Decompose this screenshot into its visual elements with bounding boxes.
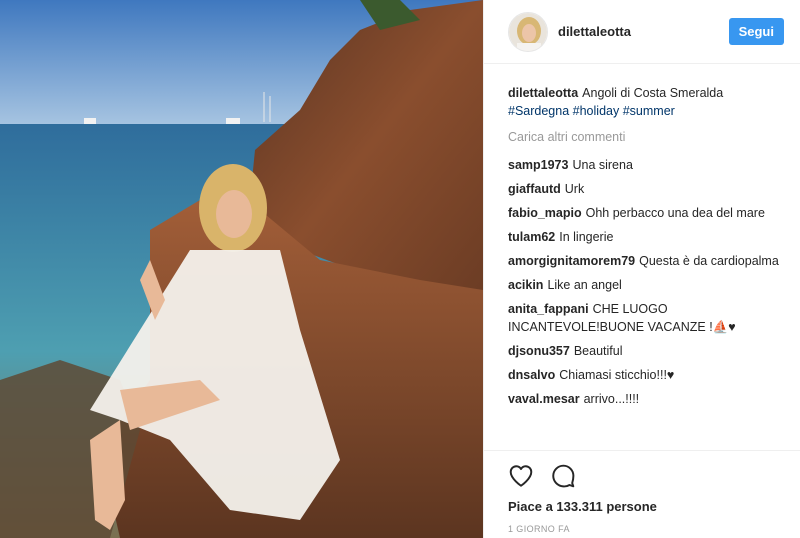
- comment-username[interactable]: vaval.mesar: [508, 392, 580, 406]
- comment-text: Chiamasi sticchio!!!♥: [559, 368, 675, 382]
- comment-username[interactable]: djsonu357: [508, 344, 570, 358]
- hashtag-link[interactable]: #holiday: [573, 104, 620, 118]
- comment-text: Una sirena: [572, 158, 633, 172]
- comment-username[interactable]: acikin: [508, 278, 543, 292]
- comment-text: In lingerie: [559, 230, 614, 244]
- load-more-comments-link[interactable]: Carica altri commenti: [508, 128, 782, 146]
- likes-count[interactable]: Piace a 133.311 persone: [508, 499, 776, 514]
- instagram-post: dilettaleotta Segui dilettaleotta Angoli …: [0, 0, 800, 538]
- comment-username[interactable]: tulam62: [508, 230, 555, 244]
- post-timestamp[interactable]: 1 GIORNO FA: [508, 524, 776, 534]
- action-bar: [508, 455, 776, 497]
- avatar[interactable]: [508, 11, 548, 52]
- comment-item: dnsalvo Chiamasi sticchio!!!♥: [508, 366, 782, 384]
- comment-text: Beautiful: [573, 344, 623, 358]
- hashtag-link[interactable]: #summer: [623, 104, 675, 118]
- comment-item: tulam62 In lingerie: [508, 228, 782, 246]
- post-sidebar: dilettaleotta Segui dilettaleotta Angoli …: [483, 0, 800, 538]
- post-photo[interactable]: [0, 0, 483, 538]
- post-header: dilettaleotta Segui: [484, 0, 800, 64]
- follow-button[interactable]: Segui: [728, 18, 784, 45]
- comment-username[interactable]: fabio_mapio: [508, 206, 582, 220]
- comment-item: vaval.mesar arrivo...!!!!: [508, 390, 782, 408]
- post-photo-image: [0, 0, 483, 538]
- comment-item: giaffautd Urk: [508, 180, 782, 198]
- heart-icon[interactable]: [508, 463, 534, 489]
- caption: dilettaleotta Angoli di Costa Smeralda #S…: [508, 84, 782, 120]
- comment-username[interactable]: samp1973: [508, 158, 568, 172]
- hashtag-link[interactable]: #Sardegna: [508, 104, 569, 118]
- caption-text: Angoli di Costa Smeralda: [582, 86, 724, 100]
- comment-username[interactable]: anita_fappani: [508, 302, 589, 316]
- comments-section: dilettaleotta Angoli di Costa Smeralda #S…: [484, 64, 800, 450]
- comment-item: anita_fappani CHE LUOGO INCANTEVOLE!BUONE…: [508, 300, 782, 336]
- post-footer: Piace a 133.311 persone 1 GIORNO FA: [484, 450, 800, 538]
- comment-text: Ohh perbacco una dea del mare: [585, 206, 765, 220]
- comment-item: acikin Like an angel: [508, 276, 782, 294]
- comment-username[interactable]: dnsalvo: [508, 368, 555, 382]
- comment-item: fabio_mapio Ohh perbacco una dea del mare: [508, 204, 782, 222]
- comment-text: Questa è da cardiopalma: [639, 254, 779, 268]
- header-username[interactable]: dilettaleotta: [558, 24, 729, 39]
- comment-username[interactable]: amorgignitamorem79: [508, 254, 635, 268]
- comment-text: Like an angel: [547, 278, 622, 292]
- comment-item: djsonu357 Beautiful: [508, 342, 782, 360]
- comment-item: amorgignitamorem79 Questa è da cardiopalm…: [508, 252, 782, 270]
- caption-username[interactable]: dilettaleotta: [508, 86, 578, 100]
- avatar-image: [509, 12, 547, 51]
- comment-icon[interactable]: [550, 463, 576, 489]
- comment-item: samp1973 Una sirena: [508, 156, 782, 174]
- comment-username[interactable]: giaffautd: [508, 182, 561, 196]
- comment-text: arrivo...!!!!: [583, 392, 640, 406]
- comment-text: Urk: [564, 182, 585, 196]
